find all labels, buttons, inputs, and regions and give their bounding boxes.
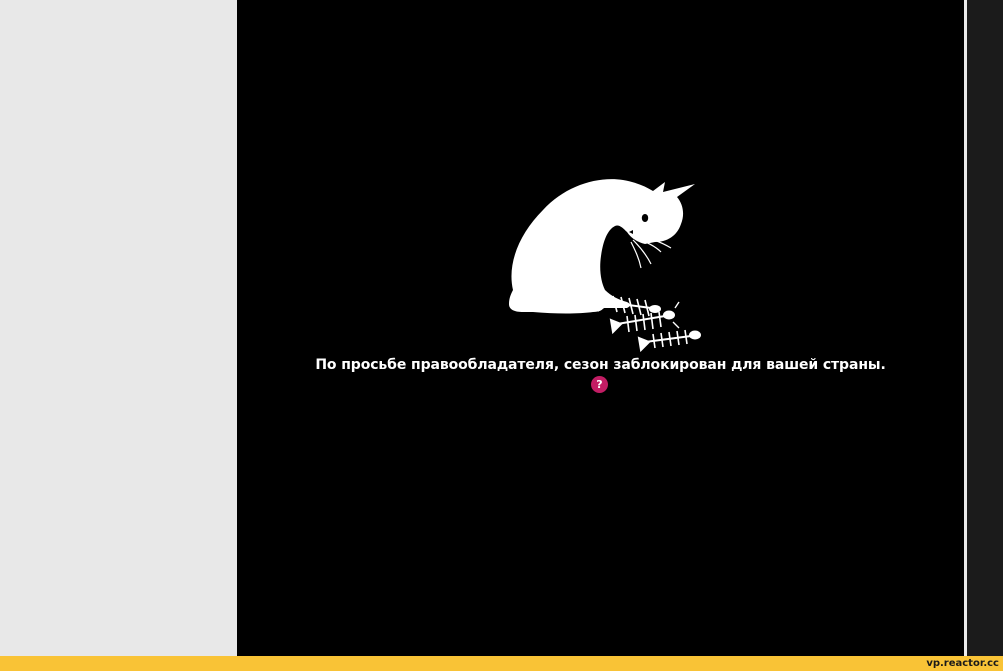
cat-with-fish-bones-icon [509, 179, 701, 352]
watermark: vp.reactor.cc [926, 658, 999, 669]
footer-bar: vp.reactor.cc [0, 656, 1003, 671]
right-side-panel [967, 0, 1003, 656]
blocked-message: По просьбе правообладателя, сезон заблок… [315, 357, 886, 373]
video-player: По просьбе правообладателя, сезон заблок… [237, 0, 964, 656]
help-button[interactable]: ? [591, 376, 608, 393]
page: По просьбе правообладателя, сезон заблок… [0, 0, 1003, 671]
